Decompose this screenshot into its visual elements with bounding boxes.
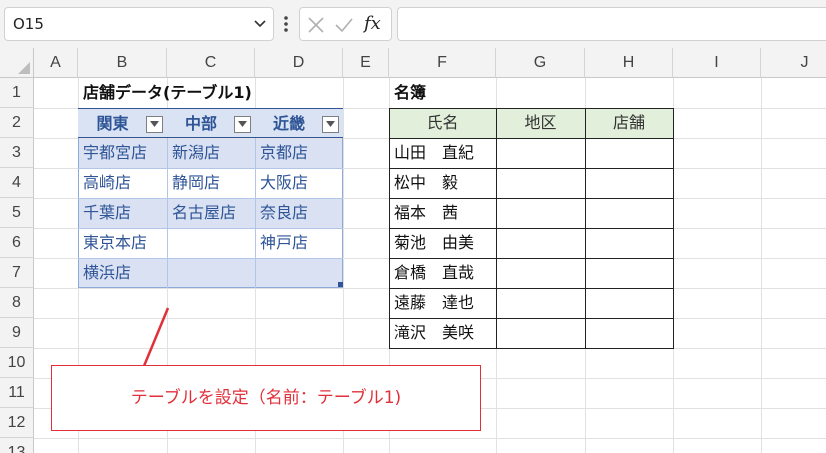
formula-buttons: fx [299,7,392,41]
enter-check-icon[interactable] [334,15,354,35]
table-cell[interactable]: 奈良店 [255,198,343,228]
row-header-11[interactable]: 11 [0,378,34,408]
row-header-8[interactable]: 8 [0,288,34,318]
row-header-4[interactable]: 4 [0,168,34,198]
store-table-title[interactable]: 店舗データ(テーブル1) [78,78,343,108]
column-header-g[interactable]: G [496,48,585,78]
formula-bar: O15 fx [0,0,826,48]
row-header-7[interactable]: 7 [0,258,34,288]
name-box-value: O15 [13,15,44,33]
gridline [761,78,762,453]
table-cell[interactable]: 名古屋店 [167,198,255,228]
roster-row-divider [389,168,674,169]
row-header-12[interactable]: 12 [0,408,34,438]
callout-text: テーブルを設定（名前：テーブル1) [130,388,402,408]
row-header-13[interactable]: 13 [0,438,34,453]
select-all-corner[interactable] [0,48,34,78]
table-cell[interactable]: 宇都宮店 [78,138,167,168]
column-header-f[interactable]: F [389,48,496,78]
row-header-3[interactable]: 3 [0,138,34,168]
gridline [34,438,826,439]
worksheet-grid[interactable]: A B C D E F G H I J 1 2 3 4 5 6 7 8 9 10… [0,48,826,453]
column-header-d[interactable]: D [255,48,343,78]
table-cell[interactable]: 横浜店 [78,258,167,288]
row-header-2[interactable]: 2 [0,108,34,138]
dropdown-arrow-icon [326,121,335,127]
column-header-h[interactable]: H [585,48,673,78]
column-header-c[interactable]: C [167,48,255,78]
table-cell[interactable]: 神戸店 [255,228,343,258]
filter-dropdown-button[interactable] [234,116,251,133]
roster-row-divider [389,318,674,319]
table-cell[interactable] [167,228,255,258]
table-cell[interactable] [167,258,255,288]
table-cell[interactable]: 高崎店 [78,168,167,198]
table-cell[interactable]: 京都店 [255,138,343,168]
dropdown-arrow-icon [150,121,159,127]
column-header-b[interactable]: B [78,48,167,78]
formula-input[interactable] [397,7,826,41]
column-header-e[interactable]: E [343,48,389,78]
column-header-i[interactable]: I [673,48,761,78]
cancel-icon[interactable] [306,15,326,35]
row-header-6[interactable]: 6 [0,228,34,258]
table-cell[interactable]: 大阪店 [255,168,343,198]
roster-title[interactable]: 名簿 [389,78,496,108]
filter-dropdown-button[interactable] [146,116,163,133]
table-cell[interactable]: 東京本店 [78,228,167,258]
insert-function-button[interactable]: fx [364,13,381,34]
table-cell[interactable]: 千葉店 [78,198,167,228]
select-all-icon [18,62,30,74]
roster-row-divider [389,138,674,139]
spreadsheet-window: O15 fx A B C D E F G H I J 1 2 3 4 5 6 7… [0,0,826,453]
row-header-1[interactable]: 1 [0,78,34,108]
table-cell[interactable] [255,258,343,288]
roster-row-divider [389,198,674,199]
table-cell[interactable]: 静岡店 [167,168,255,198]
row-header-9[interactable]: 9 [0,318,34,348]
row-header-5[interactable]: 5 [0,198,34,228]
more-options-icon[interactable] [281,12,291,36]
table-cell[interactable]: 新潟店 [167,138,255,168]
chevron-down-icon[interactable] [253,16,267,30]
roster-row-divider [389,288,674,289]
column-header-j[interactable]: J [761,48,826,78]
name-box[interactable]: O15 [4,7,274,41]
callout-box: テーブルを設定（名前：テーブル1) [51,365,481,431]
roster-row-divider [389,228,674,229]
dropdown-arrow-icon [238,121,247,127]
filter-dropdown-button[interactable] [322,116,339,133]
row-header-10[interactable]: 10 [0,348,34,378]
column-header-a[interactable]: A [34,48,78,78]
callout-pointer-line [142,307,170,367]
roster-row-divider [389,258,674,259]
